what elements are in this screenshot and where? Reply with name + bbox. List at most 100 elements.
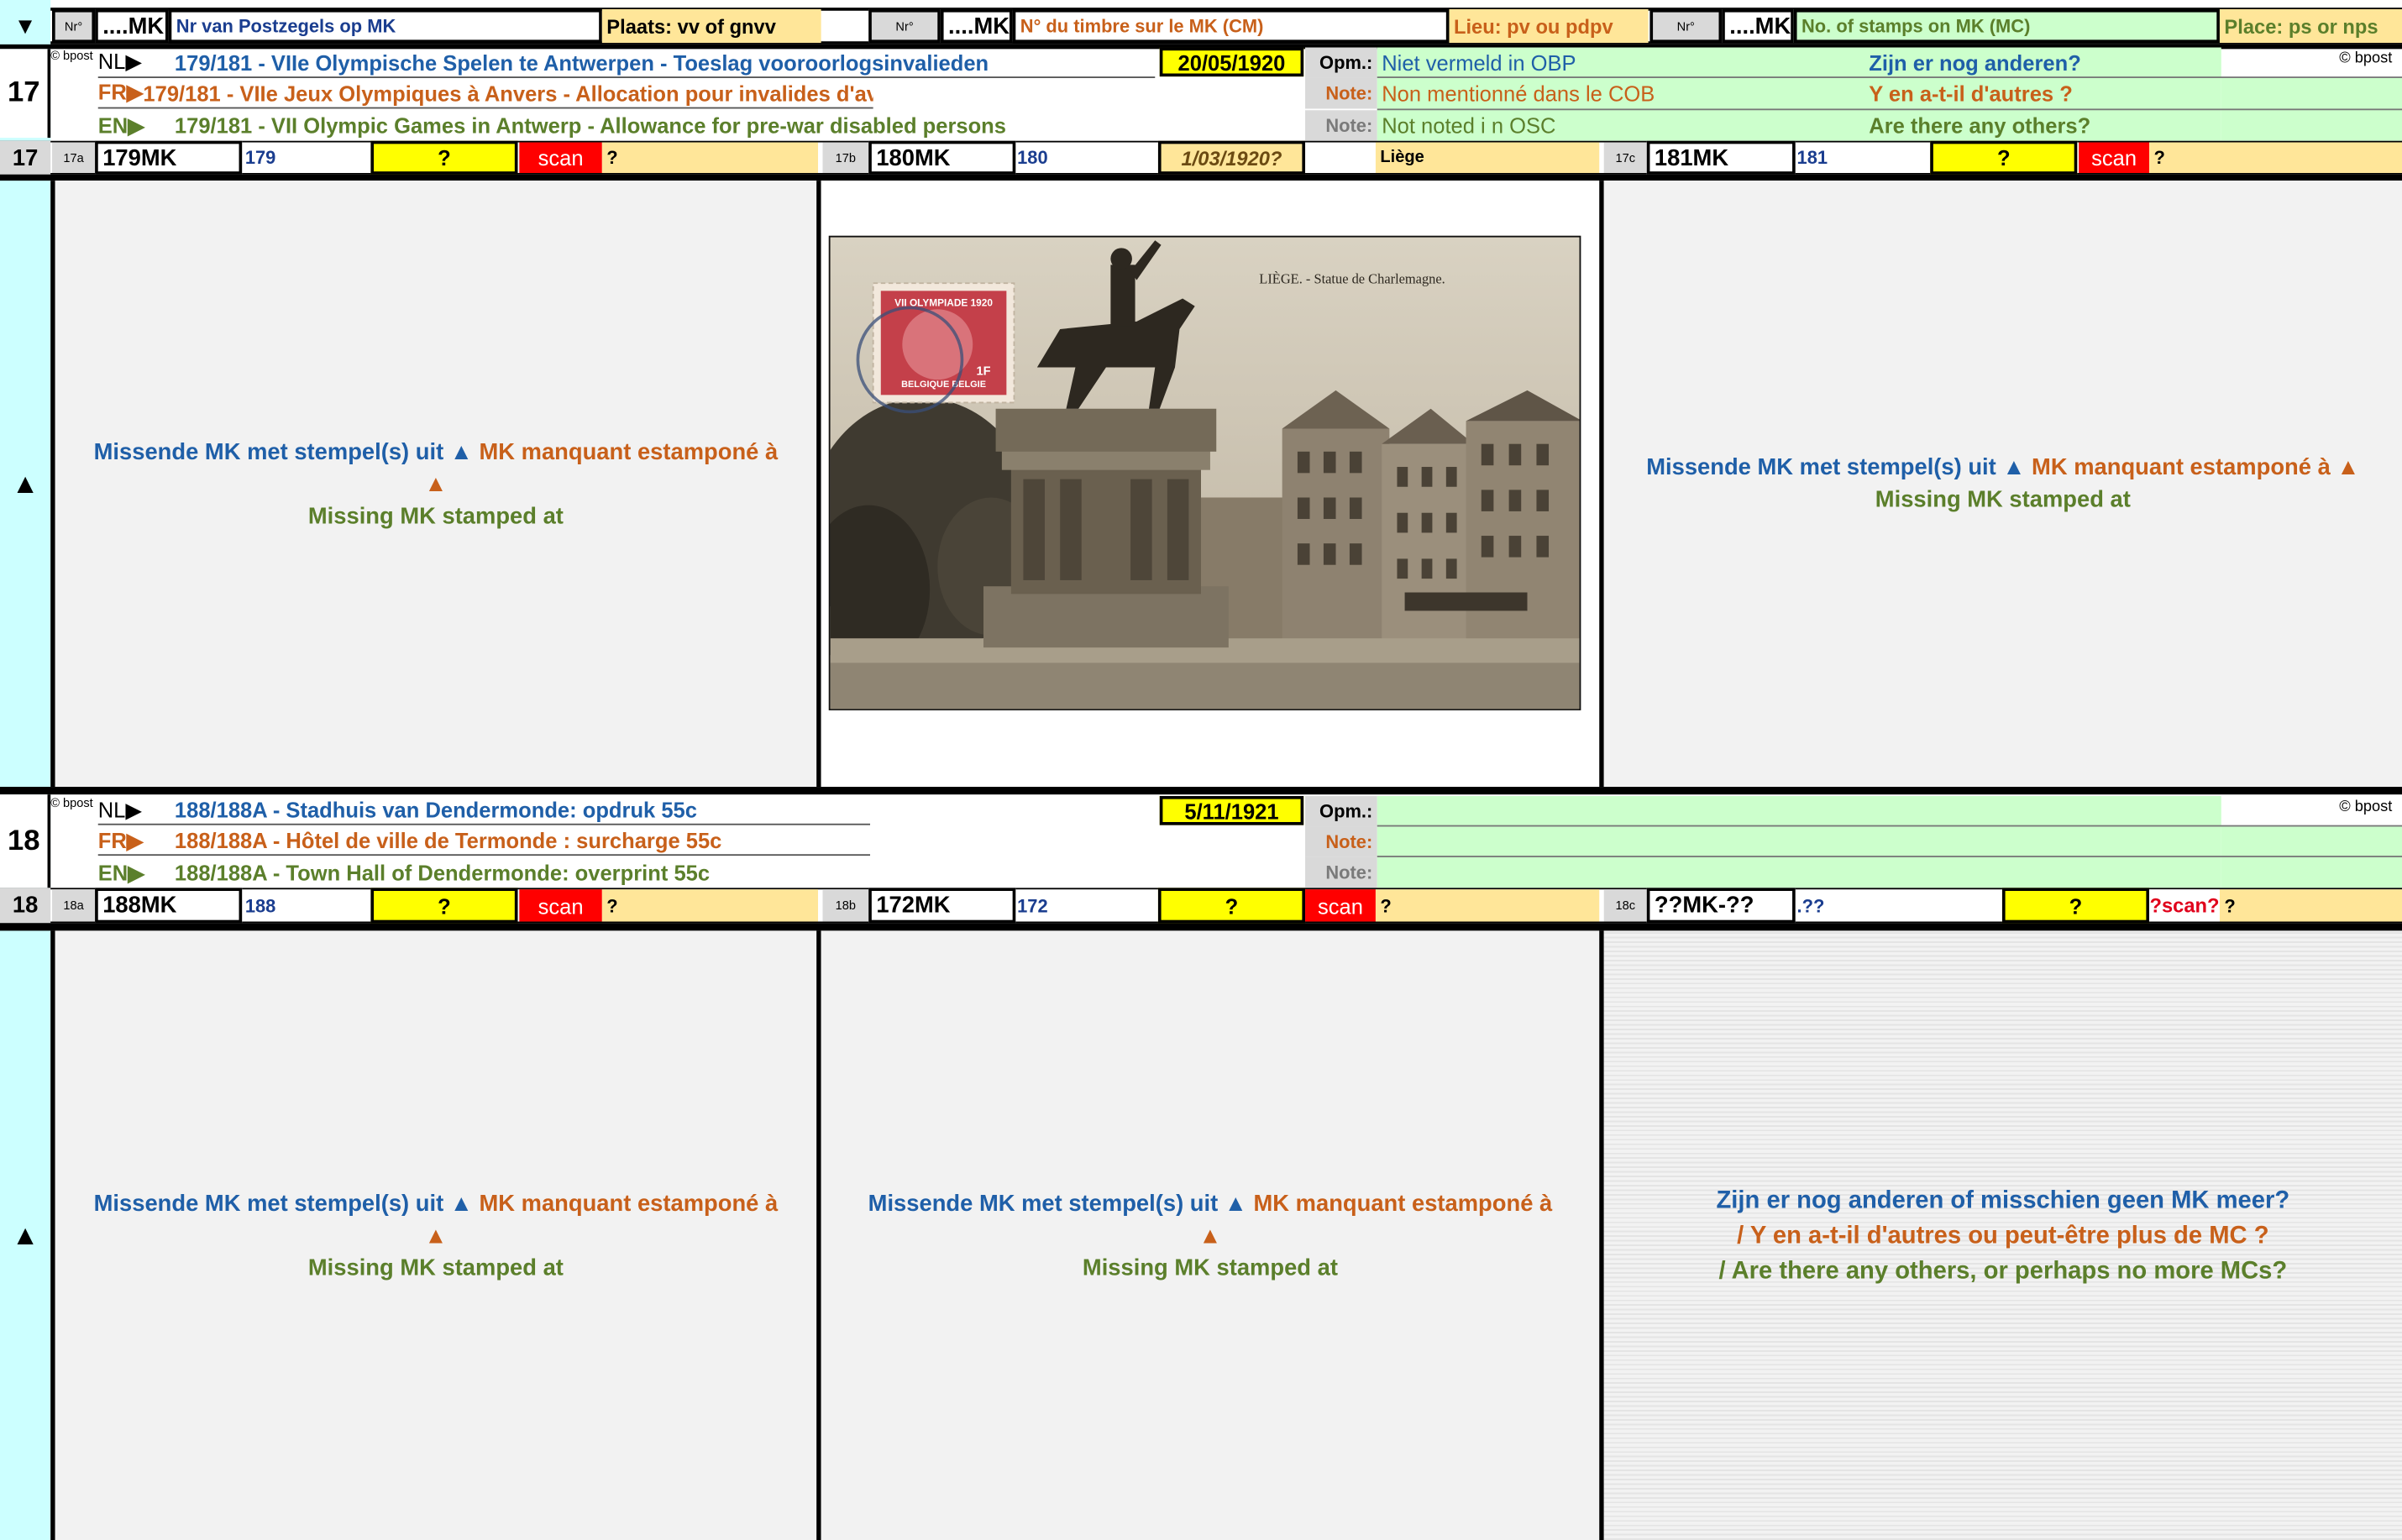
block-18-no-more-panel: Zijn er nog anderen of misschien geen MK… — [1603, 930, 2402, 1540]
entry-scan-button[interactable]: ?scan? — [2149, 889, 2220, 922]
entry-id: 17b — [822, 142, 869, 174]
stamp-bottom-text: BELGIQUE BELGIE — [901, 380, 986, 390]
header-en-place: Place: ps or nps — [2219, 8, 2402, 44]
block-18-bpost: © bpost — [50, 795, 93, 810]
header-nl-place-text: Plaats: vv of gnvv — [606, 14, 776, 38]
others-fr: / Y en a-t-il d'autres ou peut-être plus… — [1737, 1222, 2269, 1249]
block-17-title-en-row: EN▶ 179/181 - VII Olympic Games in Antwe… — [98, 110, 1156, 140]
en-tag: EN▶ — [97, 859, 144, 884]
entry-scan-button[interactable]: scan — [519, 142, 602, 174]
missing-en: Missing MK stamped at — [307, 502, 564, 529]
entry-place: ? — [2149, 142, 2402, 174]
entry-id: 18c — [1603, 889, 1647, 922]
others-nl: Zijn er nog anderen of misschien geen MK… — [1716, 1186, 2290, 1213]
row-divider — [1377, 856, 2402, 857]
header-fr-place: Lieu: pv ou pdpv — [1449, 8, 1649, 44]
missing-en: Missing MK stamped at — [1082, 1254, 1338, 1281]
entry-place: ? — [1375, 889, 1600, 922]
header-en-column: No. of stamps on MK (MC) — [1793, 8, 2220, 44]
missing-nl: Missende MK met stempel(s) uit ▲ — [868, 1190, 1247, 1217]
row-divider — [1377, 825, 2402, 827]
block-17-question-nl: Zijn er nog anderen? — [1869, 50, 2081, 76]
entry-scan-button[interactable]: scan — [1305, 889, 1376, 922]
entry-place: ? — [2219, 889, 2402, 922]
block-18-notes-area — [1377, 795, 2221, 888]
block-17-label-en: Note: — [1305, 110, 1377, 141]
missing-en: Missing MK stamped at — [307, 1254, 564, 1281]
others-text: Zijn er nog anderen of misschien geen MK… — [1716, 1182, 2289, 1288]
en-tag: EN▶ — [97, 112, 144, 138]
header-nr-label-en: Nr° — [1649, 8, 1723, 44]
block-18-title-fr: 188/188A - Hôtel de ville de Termonde : … — [174, 828, 722, 853]
block-17-bpost: © bpost — [50, 49, 93, 63]
postcard-image[interactable]: LIÈGE. - Statue de Charlemagne. VII OLYM… — [828, 235, 1581, 710]
block-18-top-border — [0, 787, 2402, 795]
block-17-image-top-border — [0, 174, 2402, 181]
block-18-missing-a: Missende MK met stempel(s) uit ▲ MK manq… — [55, 930, 817, 1540]
block-18-bpost-right: © bpost — [2339, 799, 2393, 816]
block-18-number: 18 — [0, 794, 51, 888]
entry-place: ? — [601, 889, 819, 922]
block-17-title-nl-row: NL▶ 179/181 - VIIe Olympische Spelen te … — [97, 48, 1156, 78]
entry-id: 18b — [822, 889, 869, 922]
missing-fr: MK manquant estamponé à ▲ — [424, 1190, 779, 1249]
block-18-image-top-border — [0, 923, 2402, 931]
header-fr-column: N° du timbre sur le MK (CM) — [1012, 8, 1450, 44]
collapse-arrow-icon[interactable]: ▼ — [0, 9, 50, 43]
block-17-row-number: 17 — [0, 140, 51, 175]
block-17-title-fr: 179/181 - VIIe Jeux Olympiques à Anvers … — [143, 80, 873, 105]
entry-id: 17a — [52, 142, 96, 174]
block-18-title-en-row: EN▶ 188/188A - Town Hall of Dendermonde:… — [98, 857, 1156, 888]
block-17-missing-c: Missende MK met stempel(s) uit ▲ MK manq… — [1603, 181, 2402, 788]
block-18-missing-b: Missende MK met stempel(s) uit ▲ MK manq… — [821, 930, 1600, 1540]
entry-stamp: 179 — [244, 147, 276, 169]
entry-date: 1/03/1920? — [1157, 140, 1306, 175]
block-17-label-nl: Opm.: — [1305, 47, 1377, 78]
entry-mk: 172MK — [868, 888, 1016, 924]
missing-en: Missing MK stamped at — [1875, 486, 2131, 513]
block-17-question-fr: Y en a-t-il d'autres ? — [1869, 81, 2073, 106]
missing-text: Missende MK met stempel(s) uit ▲ MK manq… — [1613, 452, 2393, 516]
postcard-illustration: LIÈGE. - Statue de Charlemagne. VII OLYM… — [830, 237, 1580, 710]
header-nl-column: Nr van Postzegels op MK — [168, 8, 602, 44]
block-17-label-fr: Note: — [1305, 77, 1377, 109]
block-18-row-number: 18 — [0, 888, 51, 924]
block-18-title-nl: 188/188A - Stadhuis van Dendermonde: opd… — [174, 797, 697, 822]
stamp-value: 1F — [976, 365, 990, 379]
header-mk-label-en: ....MK — [1722, 8, 1794, 44]
header-nr-label: Nr° — [52, 8, 96, 44]
entry-stamp: 172 — [1017, 894, 1048, 917]
block-17-expand-arrow-icon[interactable]: ▲ — [0, 181, 50, 787]
missing-nl: Missende MK met stempel(s) uit ▲ — [93, 438, 473, 465]
entry-mk: 181MK — [1646, 140, 1796, 175]
entry-scan-button[interactable]: scan — [519, 889, 602, 922]
entry-date: ? — [2001, 888, 2150, 924]
nl-tag: NL▶ — [97, 796, 143, 822]
entry-place: ? — [601, 142, 819, 174]
postage-stamp: VII OLYMPIADE 1920 BELGIQUE BELGIE 1F — [872, 282, 1015, 404]
header-nr-label-fr: Nr° — [868, 8, 941, 44]
header-mk-label: ....MK — [95, 8, 169, 44]
missing-fr: MK manquant estamponé à ▲ — [424, 438, 779, 497]
block-17-title-nl: 179/181 - VIIe Olympische Spelen te Antw… — [174, 50, 989, 75]
entry-stamp: 180 — [1017, 147, 1048, 169]
others-en: / Are there any others, or perhaps no mo… — [1718, 1257, 2288, 1284]
fr-tag: FR▶ — [97, 827, 144, 852]
block-17-title-en: 179/181 - VII Olympic Games in Antwerp -… — [174, 113, 1006, 139]
fr-tag: FR▶ — [97, 79, 144, 104]
entry-id: 18a — [52, 889, 96, 922]
block-18-expand-arrow-icon[interactable]: ▲ — [0, 930, 50, 1540]
entry-date: ? — [1930, 140, 2078, 175]
entry-place: Liège — [1375, 142, 1600, 174]
entry-stamp: 188 — [244, 894, 276, 917]
entry-date: ? — [1157, 888, 1306, 924]
entry-mk: 179MK — [95, 140, 243, 175]
block-17-note-nl: Niet vermeld in OBP — [1382, 50, 1576, 76]
missing-fr: MK manquant estamponé à ▲ — [2032, 454, 2360, 481]
missing-nl: Missende MK met stempel(s) uit ▲ — [93, 1190, 473, 1217]
missing-text: Missende MK met stempel(s) uit ▲ MK manq… — [89, 1187, 783, 1284]
header-nl-place: Plaats: vv of gnvv — [601, 8, 821, 44]
block-17-note-fr: Non mentionné dans le COB — [1382, 81, 1655, 106]
nl-tag: NL▶ — [97, 49, 143, 74]
entry-scan-button[interactable]: scan — [2079, 142, 2150, 174]
